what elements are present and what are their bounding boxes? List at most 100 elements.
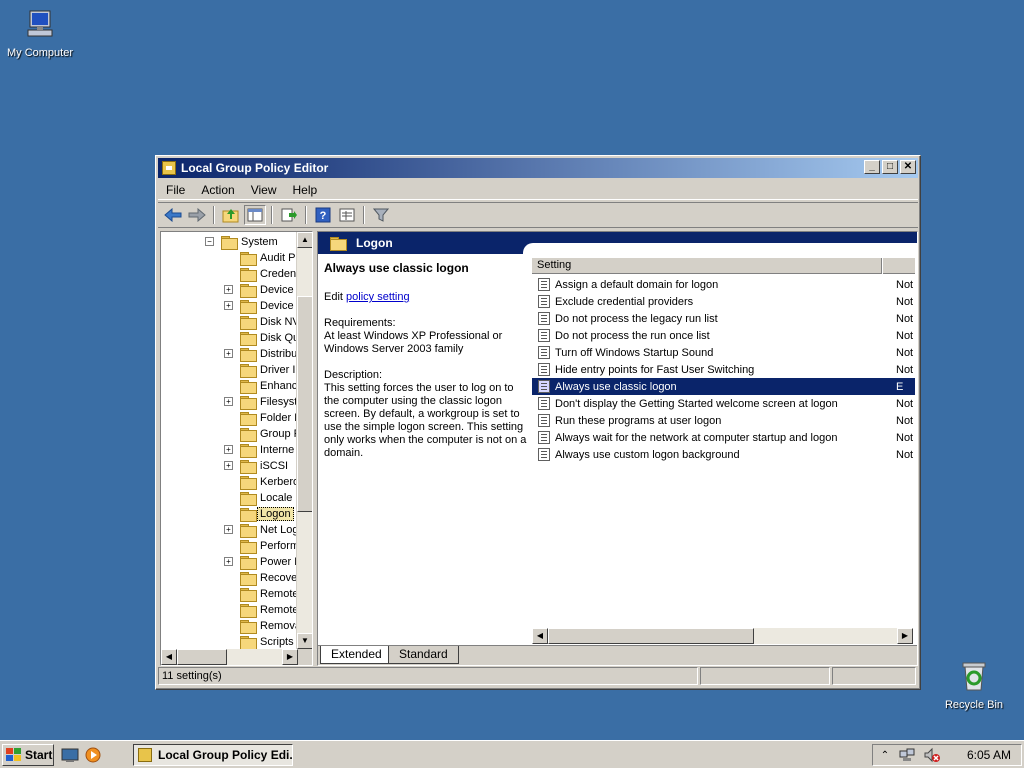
setting-state: Not c	[896, 431, 915, 444]
scroll-down-button[interactable]: ▼	[297, 633, 312, 649]
tree-item[interactable]: + iSCSI	[224, 458, 288, 474]
properties-icon[interactable]	[336, 205, 358, 225]
tree-item[interactable]: Scripts	[240, 634, 294, 650]
export-list-icon[interactable]	[278, 205, 300, 225]
tree-item[interactable]: Creden	[240, 266, 296, 282]
scroll-right-button[interactable]: ▶	[282, 649, 298, 665]
folder-icon	[240, 396, 257, 410]
folder-icon	[240, 380, 257, 394]
scroll-thumb[interactable]	[548, 628, 754, 644]
filter-icon[interactable]	[370, 205, 392, 225]
clock[interactable]: 6:05 AM	[967, 748, 1011, 762]
tree-item[interactable]: Perform	[240, 538, 299, 554]
menu-view[interactable]: View	[243, 183, 285, 197]
folder-icon	[240, 316, 257, 330]
menu-help[interactable]: Help	[285, 183, 326, 197]
tree-item[interactable]: Remote	[240, 602, 299, 618]
help-icon[interactable]: ?	[312, 205, 334, 225]
tree-item[interactable]: + Device R	[224, 298, 305, 314]
tree-item[interactable]: Disk NV	[240, 314, 300, 330]
tree-item[interactable]: Locale S	[240, 490, 303, 506]
taskbar-button-gpedit[interactable]: Local Group Policy Edi...	[133, 744, 293, 766]
scroll-right-button[interactable]: ▶	[897, 628, 913, 644]
scroll-up-button[interactable]: ▲	[297, 232, 312, 248]
expand-icon[interactable]: +	[224, 301, 233, 310]
tree-item[interactable]: + Device I	[224, 282, 300, 298]
folder-icon	[240, 604, 257, 618]
policy-setting-icon	[538, 448, 550, 461]
start-label: Start	[25, 748, 53, 762]
start-button[interactable]: Start	[2, 744, 54, 766]
tree-item[interactable]: − System	[205, 234, 278, 250]
setting-row[interactable]: Run these programs at user logon Not c	[532, 412, 915, 429]
expand-icon[interactable]: +	[224, 285, 233, 294]
network-icon[interactable]	[899, 747, 915, 763]
maximize-button[interactable]: □	[882, 160, 898, 174]
tree-horizontal-scrollbar[interactable]: ◀ ▶	[161, 649, 312, 665]
show-desktop-icon[interactable]	[61, 746, 79, 764]
tree-item[interactable]: + Net Log	[224, 522, 299, 538]
setting-row[interactable]: Do not process the legacy run list Not c	[532, 310, 915, 327]
setting-row[interactable]: Turn off Windows Startup Sound Not c	[532, 344, 915, 361]
media-player-icon[interactable]	[84, 746, 102, 764]
up-folder-icon[interactable]	[220, 205, 242, 225]
tab-extended[interactable]: Extended	[320, 646, 393, 664]
tree-item[interactable]: Folder R	[240, 410, 302, 426]
tree-pane[interactable]: Scripts Remova Remote Remote Recove + Power M P…	[160, 231, 313, 666]
back-arrow-icon[interactable]	[162, 205, 184, 225]
setting-row[interactable]: Hide entry points for Fast User Switchin…	[532, 361, 915, 378]
tree-vertical-scrollbar[interactable]: ▲ ▼	[296, 232, 312, 649]
show-hide-tree-icon[interactable]	[244, 205, 266, 225]
tree-item[interactable]: + Power M	[224, 554, 303, 570]
tree-item[interactable]: Logon	[240, 506, 294, 522]
window-titlebar[interactable]: Local Group Policy Editor _ □ ✕	[158, 158, 918, 178]
menu-file[interactable]: File	[158, 183, 193, 197]
setting-row[interactable]: Do not process the run once list Not c	[532, 327, 915, 344]
desktop-icon-recycle-bin[interactable]: Recycle Bin	[934, 660, 1014, 711]
setting-row[interactable]: Always wait for the network at computer …	[532, 429, 915, 446]
tree-item[interactable]: Recove	[240, 570, 297, 586]
tree-item[interactable]: Group P	[240, 426, 301, 442]
tree-item[interactable]: Kerbero	[240, 474, 299, 490]
tree-item[interactable]: Disk Qu	[240, 330, 299, 346]
tree-item[interactable]: Remova	[240, 618, 301, 634]
expand-icon[interactable]: +	[224, 397, 233, 406]
tree-item[interactable]: + Distribu	[224, 346, 297, 362]
tree-item-label: Disk NV	[260, 316, 300, 328]
gpedit-app-icon	[138, 748, 152, 762]
desktop-icon-my-computer[interactable]: My Computer	[0, 8, 80, 59]
close-button[interactable]: ✕	[900, 160, 916, 174]
view-tabs: Extended Standard	[318, 645, 917, 665]
list-horizontal-scrollbar[interactable]: ◀ ▶	[532, 628, 913, 644]
setting-row[interactable]: Assign a default domain for logon Not c	[532, 276, 915, 293]
expand-icon[interactable]: +	[224, 557, 233, 566]
scroll-thumb[interactable]	[177, 649, 227, 665]
tree-item[interactable]: Remote	[240, 586, 299, 602]
volume-muted-icon[interactable]	[923, 747, 941, 763]
menu-action[interactable]: Action	[193, 183, 242, 197]
setting-row[interactable]: Always use custom logon background Not c	[532, 446, 915, 463]
tree-item[interactable]: + Filesyst	[224, 394, 297, 410]
minimize-button[interactable]: _	[864, 160, 880, 174]
expand-icon[interactable]: +	[224, 525, 233, 534]
tab-standard[interactable]: Standard	[388, 646, 459, 664]
expand-icon[interactable]: +	[224, 349, 233, 358]
forward-arrow-icon[interactable]	[186, 205, 208, 225]
tree-item[interactable]: + Interne	[224, 442, 294, 458]
setting-row[interactable]: Don't display the Getting Started welcom…	[532, 395, 915, 412]
column-header-setting[interactable]: Setting	[532, 258, 882, 274]
setting-row[interactable]: Exclude credential providers Not c	[532, 293, 915, 310]
setting-row[interactable]: Always use classic logon E	[532, 378, 915, 395]
tree-item[interactable]: Audit Pr	[240, 250, 299, 266]
show-hidden-icons-icon[interactable]: ⌃	[877, 750, 893, 761]
scroll-thumb[interactable]	[297, 296, 312, 512]
expand-icon[interactable]: +	[224, 445, 233, 454]
collapse-icon[interactable]: −	[205, 237, 214, 246]
tree-item[interactable]: Driver I	[240, 362, 295, 378]
tree-item[interactable]: Enhanc	[240, 378, 297, 394]
scroll-left-button[interactable]: ◀	[161, 649, 177, 665]
scroll-left-button[interactable]: ◀	[532, 628, 548, 644]
gpedit-app-icon	[162, 161, 176, 175]
policy-setting-link[interactable]: policy setting	[346, 291, 410, 303]
expand-icon[interactable]: +	[224, 461, 233, 470]
